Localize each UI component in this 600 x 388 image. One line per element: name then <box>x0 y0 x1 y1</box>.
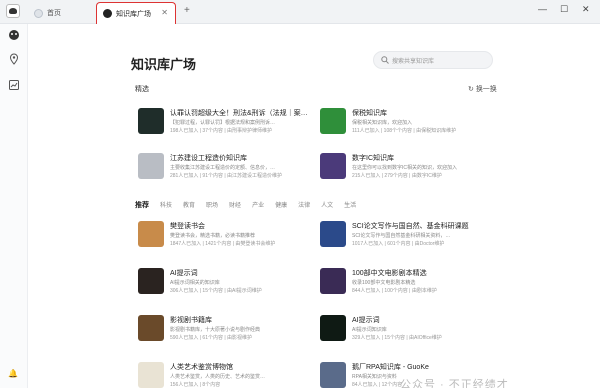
sidebar: 🔔 <box>0 24 28 388</box>
category-tab[interactable]: 推荐 <box>135 200 149 210</box>
card-description: 主要收集江苏建设工程造价的定额、信息价，… <box>170 165 276 171</box>
card-thumbnail <box>138 362 164 388</box>
card-description: 收录100部中文电影剧本精选 <box>352 280 416 286</box>
tab-label: 知识库广场 <box>116 10 151 18</box>
category-tab[interactable]: 教育 <box>183 200 195 210</box>
card-thumbnail <box>138 153 164 179</box>
avatar-icon[interactable] <box>7 28 21 42</box>
knowledge-card[interactable]: 樊登读书会樊登读书会，精选书籍，必读书籍推荐 1847人已加入 | 1421个内容… <box>138 221 308 261</box>
card-title: 鹅厂RPA知识库 - GuoKe <box>352 364 429 371</box>
category-tab[interactable]: 产业 <box>252 200 264 210</box>
card-meta: 1847人已加入 | 1421个内容 | 由樊登读书会维护 <box>170 241 276 247</box>
card-thumbnail <box>138 315 164 341</box>
card-title: SCI论文写作与国自然、基金科研课题 <box>352 223 469 230</box>
card-meta: 590人已加入 | 61个内容 | 由影视维护 <box>170 335 253 341</box>
knowledge-card[interactable]: AI提示词 AI提示词相关的知识库 306人已加入 | 15个内容 | 由AI提示词… <box>138 268 308 308</box>
card-meta: 156人已加入 | 8个内容 <box>170 382 221 388</box>
category-tab[interactable]: 健康 <box>275 200 287 210</box>
card-title: 认罪认罚超级大全！刑法&刑诉（法规｜案… <box>170 110 308 117</box>
chart-icon[interactable] <box>7 78 21 92</box>
card-title: AI提示词 <box>352 317 380 324</box>
tab-knowledge-square[interactable]: 知识库广场 ✕ <box>96 2 176 24</box>
card-title: 人类艺术鉴赏博物馆 <box>170 364 233 371</box>
card-thumbnail <box>320 108 346 134</box>
card-description: 人类艺术鉴赏，人类的历史、艺术的鉴赏… <box>170 374 266 380</box>
knowledge-tab-icon <box>103 9 112 18</box>
home-tab-icon <box>34 8 43 18</box>
main-content: 知识库广场 搜索共享知识库 精选 ↻ 换一换 认罪认罚超级大全！刑法&刑诉（法规… <box>28 24 600 388</box>
card-title: 保税知识库 <box>352 110 387 117</box>
search-input[interactable]: 搜索共享知识库 <box>373 51 493 69</box>
card-meta: 329人已加入 | 15个内容 | 由AIOffice维护 <box>352 335 442 341</box>
location-icon[interactable] <box>7 52 21 66</box>
search-placeholder: 搜索共享知识库 <box>392 58 435 65</box>
new-tab-icon[interactable]: + <box>184 5 190 16</box>
tab-label: 首页 <box>47 10 61 17</box>
card-title: 樊登读书会 <box>170 223 205 230</box>
card-description: 在这里你可以找到数字IC相关的知识，欢迎加入 <box>352 165 458 171</box>
card-description: 保税相关知识库，欢迎加入 <box>352 120 413 126</box>
card-meta: 1017人已加入 | 601个内容 | 由Doctor维护 <box>352 241 445 247</box>
card-title: 数字IC知识库 <box>352 155 394 162</box>
tab-bar: 首页 知识库广场 ✕ + — ☐ ✕ <box>0 0 600 24</box>
card-title: 影视剧书籍库 <box>170 317 212 324</box>
watermark: 公众号 · 不正经绩才 <box>400 379 509 388</box>
refresh-label: 换一换 <box>475 86 497 93</box>
minimize-icon[interactable]: — <box>538 4 547 14</box>
knowledge-card[interactable]: AI提示词 AI提示词知识库 329人已加入 | 15个内容 | 由AIOffice… <box>320 315 490 355</box>
page-title: 知识库广场 <box>131 57 197 72</box>
category-tab[interactable]: 法律 <box>298 200 310 210</box>
card-thumbnail <box>320 362 346 388</box>
card-title: 100部中文电影剧本精选 <box>352 270 427 277</box>
card-thumbnail <box>138 268 164 294</box>
card-meta: 306人已加入 | 15个内容 | 由AI提示词维护 <box>170 288 262 294</box>
card-description: AI提示词相关的知识库 <box>170 280 220 286</box>
knowledge-card[interactable]: 保税知识库保税相关知识库，欢迎加入 111人已加入 | 108个个内容 | 由保税… <box>320 108 490 148</box>
card-description: SCI论文写作与国自然基金科研相关资料，… <box>352 233 451 239</box>
knowledge-card[interactable]: SCI论文写作与国自然、基金科研课题 SCI论文写作与国自然基金科研相关资料，… 1… <box>320 221 490 261</box>
card-meta: 844人已加入 | 100个内容 | 由剧本维护 <box>352 288 437 294</box>
card-thumbnail <box>320 268 346 294</box>
category-tab[interactable]: 职场 <box>206 200 218 210</box>
window-close-icon[interactable]: ✕ <box>582 4 590 15</box>
card-meta: 198人已加入 | 37个内容 | 由刑事辩护律师维护 <box>170 128 273 134</box>
card-thumbnail <box>320 221 346 247</box>
card-thumbnail <box>138 108 164 134</box>
card-description: 【犯罪过程，认罪认罚】根据法规和案例刑诉… <box>170 120 276 126</box>
card-title: 江苏建设工程造价知识库 <box>170 155 247 162</box>
category-tab[interactable]: 生活 <box>344 200 356 210</box>
app-logo-icon <box>6 4 20 18</box>
app-window: 首页 知识库广场 ✕ + — ☐ ✕ 🔔 知识库广场 搜索共享知识库 精选 ↻ … <box>0 0 600 388</box>
tab-home[interactable]: 首页 <box>28 2 92 24</box>
knowledge-card[interactable]: 数字IC知识库在这里你可以找到数字IC相关的知识，欢迎加入 215人已加入 | 2… <box>320 153 490 193</box>
knowledge-card[interactable]: 人类艺术鉴赏博物馆人类艺术鉴赏，人类的历史、艺术的鉴赏… 156人已加入 | 8个… <box>138 362 308 388</box>
card-meta: 215人已加入 | 279个内容 | 由数字IC维护 <box>352 173 442 179</box>
knowledge-card[interactable]: 100部中文电影剧本精选 收录100部中文电影剧本精选 844人已加入 | 100个… <box>320 268 490 308</box>
category-tab[interactable]: 财经 <box>229 200 241 210</box>
knowledge-card[interactable]: 认罪认罚超级大全！刑法&刑诉（法规｜案… 【犯罪过程，认罪认罚】根据法规和案例刑诉… <box>138 108 308 148</box>
card-description: AI提示词知识库 <box>352 327 387 333</box>
card-meta: 111人已加入 | 108个个内容 | 由保税知识库维护 <box>352 128 457 134</box>
category-tab[interactable]: 人文 <box>321 200 333 210</box>
featured-section-title: 精选 <box>135 86 149 93</box>
search-icon <box>381 56 389 64</box>
refresh-button[interactable]: ↻ 换一换 <box>468 84 497 94</box>
bell-icon[interactable]: 🔔 <box>8 369 18 378</box>
knowledge-card[interactable]: 江苏建设工程造价知识库主要收集江苏建设工程造价的定额、信息价，… 281人已加入 … <box>138 153 308 193</box>
knowledge-card[interactable]: 影视剧书籍库影视剧书籍库，十大原著小说与剧作经典 590人已加入 | 61个内容 … <box>138 315 308 355</box>
card-thumbnail <box>138 221 164 247</box>
card-description: 樊登读书会，精选书籍，必读书籍推荐 <box>170 233 256 239</box>
category-tabs: 推荐 科技 教育 职场 财经 产业 健康 法律 人文 生活 <box>135 200 356 210</box>
card-thumbnail <box>320 153 346 179</box>
category-tab[interactable]: 科技 <box>160 200 172 210</box>
card-title: AI提示词 <box>170 270 198 277</box>
card-thumbnail <box>320 315 346 341</box>
card-description: 影视剧书籍库，十大原著小说与剧作经典 <box>170 327 261 333</box>
close-icon[interactable]: ✕ <box>161 8 168 17</box>
card-meta: 281人已加入 | 91个内容 | 由江苏建设工程造价维护 <box>170 173 283 179</box>
maximize-icon[interactable]: ☐ <box>560 4 568 15</box>
